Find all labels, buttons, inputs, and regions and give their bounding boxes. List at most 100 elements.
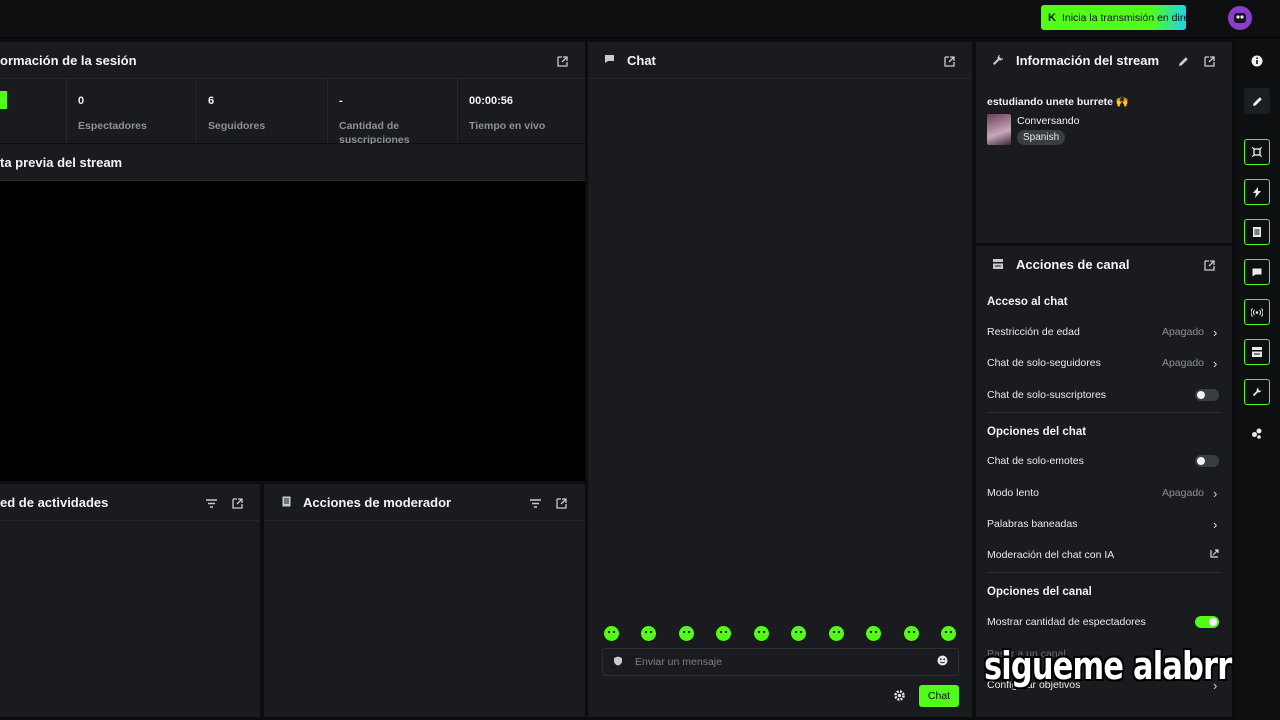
emotes-only-row: Chat de solo-emotes: [987, 451, 1221, 471]
stream-category[interactable]: Conversando: [1017, 115, 1079, 127]
popout-icon[interactable]: [1202, 54, 1216, 68]
emote-quick-bar: [604, 626, 956, 642]
live-time-value: 00:00:56: [469, 95, 514, 107]
kick-logo-icon: K: [1048, 11, 1056, 24]
chevron-right-icon: ›: [1213, 485, 1218, 501]
avatar-face-icon: [1234, 13, 1246, 23]
chat-send-button[interactable]: Chat: [919, 685, 959, 707]
subscriptions-stat: - Cantidad de suscripciones: [328, 79, 458, 146]
document-icon[interactable]: [1244, 219, 1270, 245]
broadcast-icon[interactable]: [1244, 299, 1270, 325]
category-thumbnail: [987, 114, 1011, 145]
age-restriction-row[interactable]: Restricción de edad Apagado ›: [987, 322, 1221, 342]
viewers-label: Espectadores: [78, 120, 147, 132]
top-bar: K Inicia la transmisión en directo: [0, 0, 1280, 38]
slow-mode-value: Apagado: [1161, 487, 1204, 499]
emote-icon[interactable]: [940, 626, 956, 641]
emote-icon[interactable]: [791, 626, 807, 641]
session-info-header: ormación de la sesión: [0, 42, 585, 79]
emote-icon[interactable]: [753, 626, 769, 641]
slow-mode-row[interactable]: Modo lento Apagado ›: [987, 483, 1221, 503]
age-restriction-label: Restricción de edad: [987, 326, 1080, 338]
shield-icon[interactable]: [613, 653, 623, 671]
lightning-icon[interactable]: [1244, 179, 1270, 205]
show-viewer-count-row: Mostrar cantidad de espectadores: [987, 612, 1221, 632]
emotes-only-toggle[interactable]: [1195, 455, 1219, 467]
emote-icon[interactable]: [903, 626, 919, 641]
subscriptions-value: -: [339, 95, 343, 107]
chat-input-placeholder: Enviar un mensaje: [635, 656, 722, 668]
followers-stat: 6 Seguidores: [197, 79, 328, 143]
stream-preview-panel: ta previa del stream: [0, 144, 585, 481]
mod-actions-header: Acciones de moderador: [264, 484, 585, 521]
chat-input[interactable]: Enviar un mensaje: [602, 648, 959, 676]
banned-words-row[interactable]: Palabras baneadas ›: [987, 514, 1221, 534]
emote-icon[interactable]: [604, 626, 619, 641]
add-widget-icon[interactable]: [1244, 420, 1270, 446]
stream-preview-video[interactable]: [0, 181, 585, 481]
chat-bubble-icon[interactable]: [1244, 259, 1270, 285]
chat-header: Chat: [588, 42, 972, 79]
emote-icon[interactable]: [641, 626, 657, 641]
channel-actions-header: Acciones de canal: [976, 246, 1232, 283]
popout-icon[interactable]: [555, 54, 569, 68]
stream-preview-title: ta previa del stream: [0, 154, 123, 170]
channel-options-heading: Opciones del canal: [987, 586, 1092, 598]
right-rail: [1235, 39, 1280, 720]
age-restriction-value: Apagado: [1161, 326, 1204, 338]
show-viewer-count-toggle[interactable]: [1195, 616, 1219, 628]
chat-options-heading: Opciones del chat: [987, 426, 1087, 438]
external-link-icon: [1210, 549, 1219, 561]
ai-moderation-row[interactable]: Moderación del chat con IA: [987, 545, 1221, 565]
user-avatar[interactable]: [1228, 6, 1252, 30]
emote-icon[interactable]: [828, 626, 844, 641]
session-widget-icon[interactable]: [1244, 139, 1270, 165]
activity-feed-title: ed de actividades: [0, 494, 109, 510]
chevron-right-icon: ›: [1213, 324, 1218, 340]
emote-icon[interactable]: [678, 626, 694, 641]
subscribers-only-row: Chat de solo-suscriptores: [987, 385, 1221, 405]
popout-icon[interactable]: [230, 496, 244, 510]
chat-panel: Chat Enviar un mensaje Chat: [588, 42, 972, 717]
chat-title: Chat: [627, 52, 656, 68]
show-viewer-count-label: Mostrar cantidad de espectadores: [987, 616, 1146, 628]
edit-pencil-icon[interactable]: [1176, 54, 1190, 68]
wrench-icon[interactable]: [1244, 379, 1270, 405]
activity-feed-header: ed de actividades: [0, 484, 260, 521]
emoji-picker-icon[interactable]: [937, 653, 948, 671]
subscribers-only-toggle[interactable]: [1195, 389, 1219, 401]
stream-title: estudiando unete burrete 🙌: [987, 96, 1130, 108]
channel-actions-icon[interactable]: [1244, 339, 1270, 365]
emote-icon[interactable]: [866, 626, 882, 641]
info-icon[interactable]: [1244, 48, 1270, 74]
go-live-label: Inicia la transmisión en directo: [1061, 11, 1186, 24]
section-divider: [987, 572, 1221, 573]
ai-moderation-label: Moderación del chat con IA: [987, 549, 1115, 561]
emote-icon[interactable]: [716, 626, 732, 641]
followers-only-value: Apagado: [1161, 357, 1204, 369]
stream-info-title: Información del stream: [1016, 53, 1160, 68]
popout-icon[interactable]: [1202, 258, 1216, 272]
chevron-right-icon: ›: [1213, 516, 1218, 532]
filter-icon[interactable]: [204, 496, 218, 510]
popout-icon[interactable]: [942, 54, 956, 68]
followers-only-label: Chat de solo-seguidores: [987, 357, 1101, 369]
edit-pencil-icon[interactable]: [1244, 88, 1270, 114]
popout-icon[interactable]: [554, 496, 568, 510]
settings-gear-icon[interactable]: [893, 689, 906, 707]
live-indicator: [0, 91, 7, 109]
filter-icon[interactable]: [528, 496, 542, 510]
followers-label: Seguidores: [208, 120, 266, 132]
followers-only-row[interactable]: Chat de solo-seguidores Apagado ›: [987, 353, 1221, 373]
stream-preview-header: ta previa del stream: [0, 144, 585, 181]
go-live-button[interactable]: K Inicia la transmisión en directo: [1041, 5, 1186, 30]
language-badge: Spanish: [1017, 130, 1066, 145]
chat-messages[interactable]: [588, 79, 972, 717]
chevron-right-icon: ›: [1213, 355, 1218, 371]
stream-info-panel: Información del stream estudiando unete …: [976, 42, 1232, 243]
activity-feed-panel: ed de actividades: [0, 484, 260, 717]
live-time-label: Tiempo en vivo: [469, 120, 546, 132]
slow-mode-label: Modo lento: [987, 487, 1039, 499]
viewers-stat: 0 Espectadores: [67, 79, 197, 143]
session-info-panel: ormación de la sesión 0 Espectadores 6 S…: [0, 42, 585, 146]
